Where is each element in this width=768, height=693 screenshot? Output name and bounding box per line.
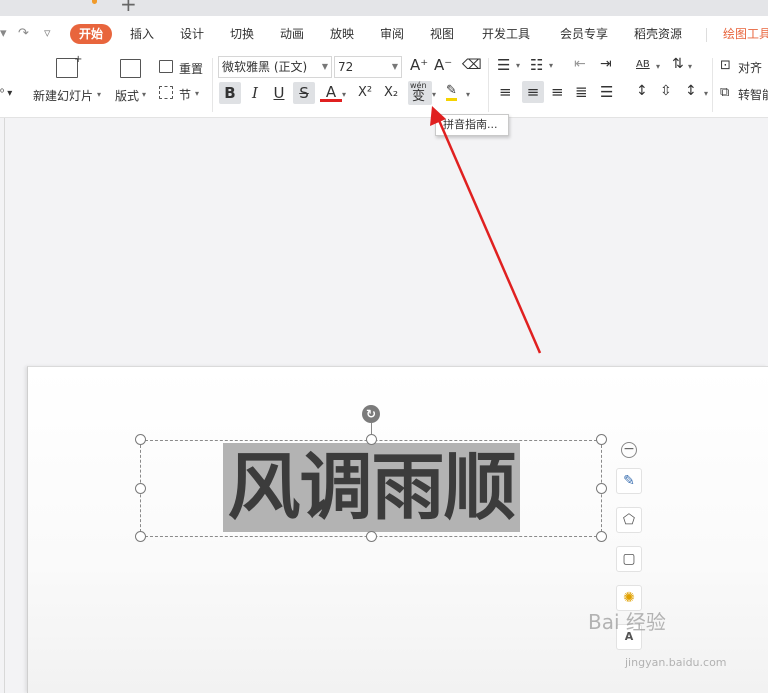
arrow-shaft	[436, 117, 542, 354]
annotation-arrow	[430, 106, 542, 354]
arrow-head	[430, 106, 446, 126]
